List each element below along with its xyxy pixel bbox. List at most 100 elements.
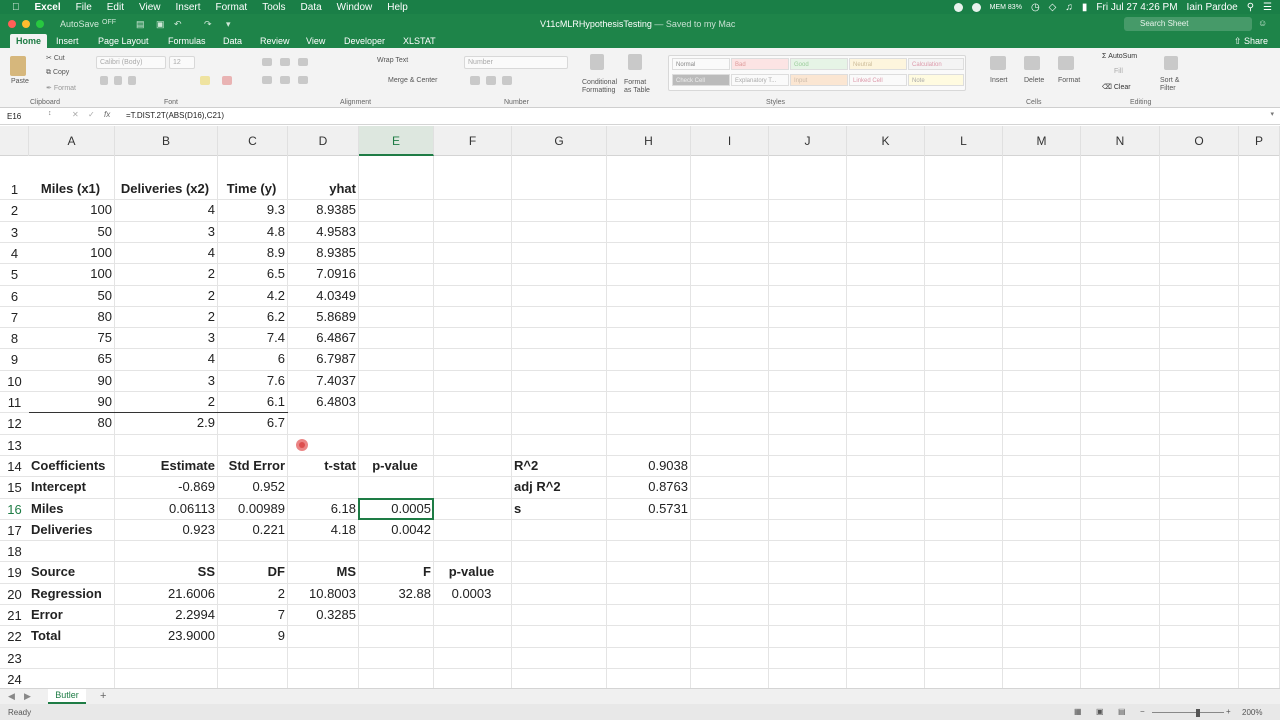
row-header-20[interactable]: 20 <box>0 583 29 605</box>
delete-cells-icon[interactable] <box>1024 56 1040 70</box>
column-header-j[interactable]: J <box>769 126 847 156</box>
row-header-1[interactable]: 1 <box>0 179 29 201</box>
confirm-edit-icon[interactable]: ✓ <box>88 110 95 119</box>
zoom-out-icon[interactable]: − <box>1140 707 1145 716</box>
formula-input[interactable]: =T.DIST.2T(ABS(D16),C21) <box>126 111 224 120</box>
cell-a14[interactable]: Coefficients <box>31 456 114 476</box>
name-box-stepper-icon[interactable]: ↕ <box>48 110 52 117</box>
format-as-table-icon[interactable] <box>628 54 642 70</box>
cell-a3[interactable]: 50 <box>29 222 112 242</box>
cell-g14[interactable]: R^2 <box>514 456 606 476</box>
align-top-icon[interactable] <box>262 58 272 66</box>
cell-c9[interactable]: 6 <box>218 349 285 369</box>
cancel-edit-icon[interactable]: ✕ <box>72 110 79 119</box>
row-header-23[interactable]: 23 <box>0 647 29 669</box>
cell-d7[interactable]: 5.8689 <box>288 307 356 327</box>
menu-data[interactable]: Data <box>301 2 322 13</box>
undo-icon[interactable]: ↶ <box>174 19 182 30</box>
row-header-22[interactable]: 22 <box>0 626 29 648</box>
cell-f19[interactable]: p-value <box>434 562 509 582</box>
row-header-2[interactable]: 2 <box>0 200 29 222</box>
format-cells-button[interactable]: Format <box>1058 77 1080 84</box>
row-header-24[interactable]: 24 <box>0 668 29 688</box>
column-header-d[interactable]: D <box>288 126 359 156</box>
row-header-8[interactable]: 8 <box>0 328 29 350</box>
normal-view-icon[interactable]: ▦ <box>1074 707 1082 716</box>
tab-view[interactable]: View <box>300 34 331 48</box>
tab-developer[interactable]: Developer <box>338 34 391 48</box>
cell-b4[interactable]: 4 <box>115 243 215 263</box>
search-sheet-input[interactable]: Search Sheet <box>1124 17 1252 31</box>
zoom-window-icon[interactable] <box>36 20 44 28</box>
style-normal[interactable]: Normal <box>672 58 730 70</box>
cell-b6[interactable]: 2 <box>115 286 215 306</box>
column-header-c[interactable]: C <box>218 126 288 156</box>
cell-a9[interactable]: 65 <box>29 349 112 369</box>
cell-b1[interactable]: Deliveries (x2) <box>115 179 215 199</box>
cell-a21[interactable]: Error <box>31 605 114 625</box>
select-all-corner[interactable] <box>0 126 29 156</box>
bold-icon[interactable] <box>100 76 108 85</box>
share-button[interactable]: ⇧ Share <box>1234 36 1268 47</box>
cell-e17[interactable]: 0.0042 <box>359 520 431 540</box>
insert-cells-icon[interactable] <box>990 56 1006 70</box>
cell-c6[interactable]: 4.2 <box>218 286 285 306</box>
cell-b9[interactable]: 4 <box>115 349 215 369</box>
cell-b19[interactable]: SS <box>115 562 215 582</box>
cell-d10[interactable]: 7.4037 <box>288 371 356 391</box>
cell-g15[interactable]: adj R^2 <box>514 477 606 497</box>
tab-home[interactable]: Home <box>10 34 48 48</box>
cell-b14[interactable]: Estimate <box>115 456 215 476</box>
row-header-6[interactable]: 6 <box>0 285 29 307</box>
row-header-18[interactable]: 18 <box>0 541 29 563</box>
apple-icon[interactable]:  <box>12 2 20 13</box>
cell-d20[interactable]: 10.8003 <box>288 584 356 604</box>
column-header-o[interactable]: O <box>1160 126 1239 156</box>
number-format-select[interactable]: Number <box>464 56 568 69</box>
cell-a12[interactable]: 80 <box>29 413 112 433</box>
cell-styles-gallery[interactable]: Normal Bad Good Neutral Calculation Chec… <box>668 55 966 91</box>
autosave-toggle[interactable]: OFF <box>102 19 116 26</box>
cell-e20[interactable]: 32.88 <box>359 584 431 604</box>
cell-a19[interactable]: Source <box>31 562 114 582</box>
column-header-m[interactable]: M <box>1003 126 1081 156</box>
cell-d4[interactable]: 8.9385 <box>288 243 356 263</box>
cell-a20[interactable]: Regression <box>31 584 114 604</box>
cell-a8[interactable]: 75 <box>29 328 112 348</box>
comma-icon[interactable] <box>502 76 512 85</box>
wifi-icon[interactable]: ◇ <box>1049 2 1057 13</box>
menu-format[interactable]: Format <box>216 2 248 13</box>
row-header-12[interactable]: 12 <box>0 413 29 435</box>
cell-c22[interactable]: 9 <box>218 626 285 646</box>
cell-b10[interactable]: 3 <box>115 371 215 391</box>
cell-c14[interactable]: Std Error <box>218 456 285 476</box>
menu-view[interactable]: View <box>139 2 161 13</box>
page-layout-view-icon[interactable]: ▣ <box>1096 707 1104 716</box>
font-size-select[interactable]: 12 <box>169 56 195 69</box>
cell-d2[interactable]: 8.9385 <box>288 200 356 220</box>
align-middle-icon[interactable] <box>280 58 290 66</box>
smiley-icon[interactable]: ☺ <box>1258 18 1267 28</box>
currency-icon[interactable] <box>470 76 480 85</box>
cell-e19[interactable]: F <box>359 562 431 582</box>
prev-sheet-icon[interactable]: ◀ <box>8 691 15 702</box>
cell-c21[interactable]: 7 <box>218 605 285 625</box>
merge-center-button[interactable]: Merge & Center <box>388 77 437 84</box>
cell-d14[interactable]: t-stat <box>288 456 356 476</box>
tab-page-layout[interactable]: Page Layout <box>92 34 155 48</box>
row-header-17[interactable]: 17 <box>0 519 29 542</box>
cell-d11[interactable]: 6.4803 <box>288 392 356 412</box>
row-header-4[interactable]: 4 <box>0 242 29 265</box>
cell-a1[interactable]: Miles (x1) <box>29 179 112 199</box>
sidebar-icon[interactable]: ▤ <box>136 19 145 30</box>
column-header-b[interactable]: B <box>115 126 218 156</box>
wrap-text-button[interactable]: Wrap Text <box>377 57 408 64</box>
cell-d1[interactable]: yhat <box>288 179 356 199</box>
sort-filter-button[interactable]: Sort & Filter <box>1160 77 1184 93</box>
cell-b12[interactable]: 2.9 <box>115 413 215 433</box>
cell-a16[interactable]: Miles <box>31 499 114 519</box>
cell-d6[interactable]: 4.0349 <box>288 286 356 306</box>
cell-b11[interactable]: 2 <box>115 392 215 412</box>
row-header-14[interactable]: 14 <box>0 455 29 478</box>
spotlight-icon[interactable]: ⚲ <box>1247 2 1254 13</box>
